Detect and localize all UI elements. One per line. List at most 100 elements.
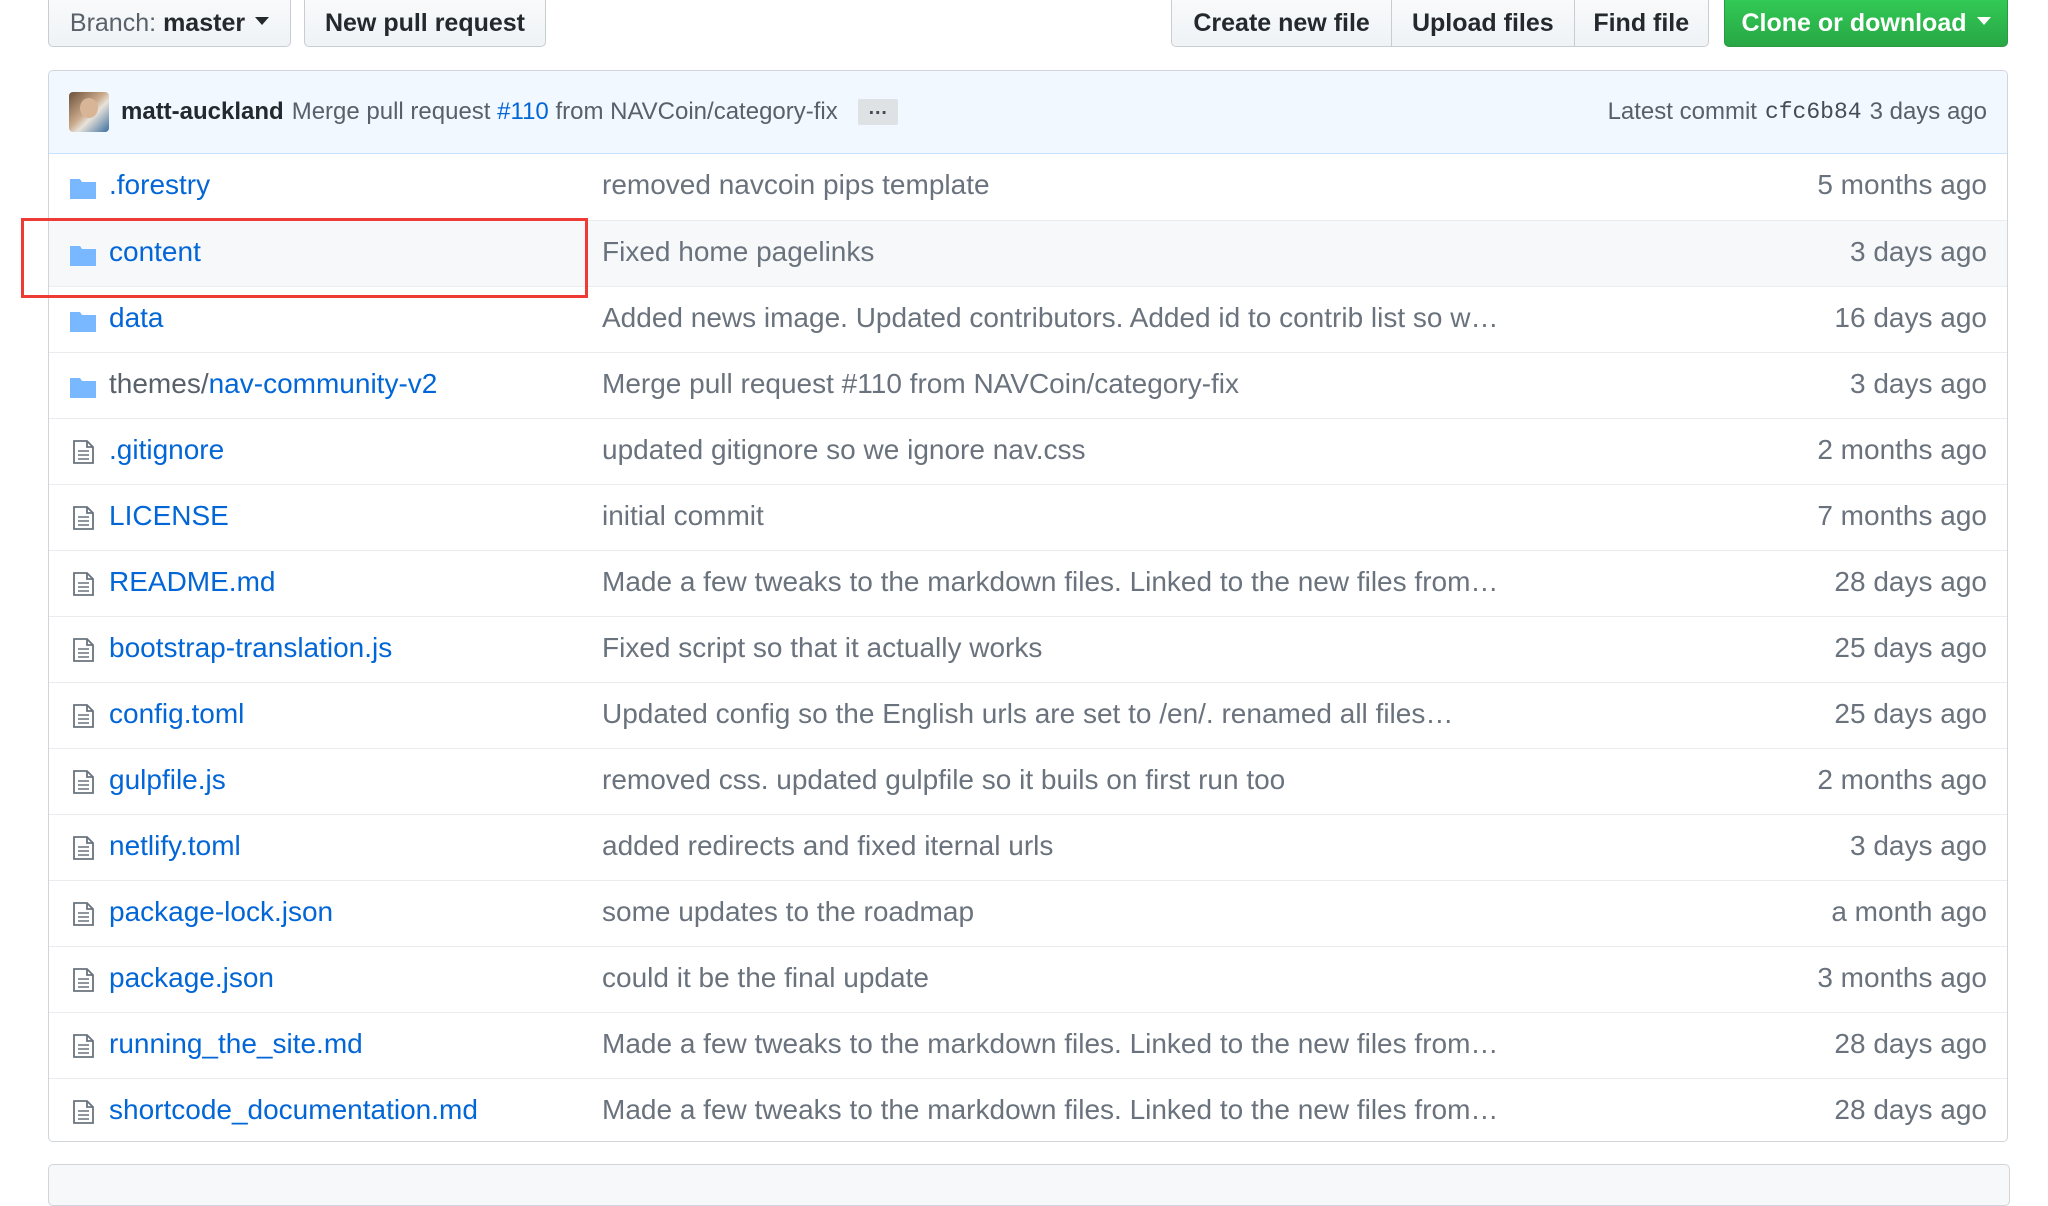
file-name-label: netlify.toml xyxy=(109,830,241,861)
file-commit-message-link[interactable]: Fixed home pagelinks xyxy=(602,236,874,268)
find-file-label: Find file xyxy=(1593,9,1690,37)
file-name-link[interactable]: package-lock.json xyxy=(109,896,333,928)
file-name-link[interactable]: netlify.toml xyxy=(109,830,241,862)
upload-files-button[interactable]: Upload files xyxy=(1391,0,1574,46)
file-icon xyxy=(69,638,97,662)
commit-sha-link[interactable]: cfc6b84 xyxy=(1765,99,1862,125)
file-actions-group: Create new file Upload files Find file xyxy=(1171,0,1709,47)
commit-message[interactable]: Merge pull request #110 from NAVCoin/cat… xyxy=(292,98,838,126)
file-name-label: .gitignore xyxy=(109,434,225,465)
file-commit-message-link[interactable]: Merge pull request #110 from NAVCoin/cat… xyxy=(602,368,1239,400)
create-new-file-button[interactable]: Create new file xyxy=(1172,0,1392,46)
file-commit-message-link[interactable]: initial commit xyxy=(602,500,764,532)
file-name-link[interactable]: package.json xyxy=(109,962,274,994)
file-name-label: package.json xyxy=(109,962,275,993)
file-name-link[interactable]: themes/nav-community-v2 xyxy=(109,368,437,400)
branch-select-button[interactable]: Branch: master xyxy=(48,0,291,47)
file-name-link[interactable]: bootstrap-translation.js xyxy=(109,632,392,664)
file-commit-message-link[interactable]: removed navcoin pips template xyxy=(602,169,990,201)
highlight-annotation-box xyxy=(21,218,588,298)
new-pull-request-label: New pull request xyxy=(324,9,526,37)
find-file-button[interactable]: Find file xyxy=(1573,0,1708,46)
file-name-link[interactable]: .forestry xyxy=(109,169,210,201)
file-name-link[interactable]: README.md xyxy=(109,566,275,598)
create-new-file-label: Create new file xyxy=(1193,9,1370,37)
file-row: gulpfile.js removed css. updated gulpfile… xyxy=(49,748,2007,814)
file-commit-age: 16 days ago xyxy=(1834,302,1987,333)
file-commit-age: a month ago xyxy=(1831,896,1987,927)
file-row: config.toml Updated config so the English… xyxy=(49,682,2007,748)
file-rows: .forestry removed navcoin pips template 5 … xyxy=(49,154,2007,1141)
file-name-label: shortcode_documentation.md xyxy=(109,1094,478,1125)
file-commit-message-link[interactable]: Made a few tweaks to the markdown files.… xyxy=(602,566,1498,598)
file-name-link[interactable]: running_the_site.md xyxy=(109,1028,363,1060)
file-commit-message-link[interactable]: removed css. updated gulpfile so it buil… xyxy=(602,764,1285,796)
folder-icon xyxy=(69,308,97,332)
file-row: shortcode_documentation.md Made a few twe… xyxy=(49,1078,2007,1141)
expand-commit-message-button[interactable]: … xyxy=(857,98,898,125)
file-commit-message-link[interactable]: some updates to the roadmap xyxy=(602,896,974,928)
file-commit-age: 7 months ago xyxy=(1817,500,1987,531)
file-row: .forestry removed navcoin pips template 5 … xyxy=(49,154,2007,220)
file-commit-message-link[interactable]: updated gitignore so we ignore nav.css xyxy=(602,434,1086,466)
file-row: package-lock.json some updates to the roa… xyxy=(49,880,2007,946)
file-row: themes/nav-community-v2 Merge pull reques… xyxy=(49,352,2007,418)
chevron-down-icon xyxy=(1976,16,1991,25)
file-commit-age: 28 days ago xyxy=(1834,1028,1987,1059)
file-commit-age: 2 months ago xyxy=(1817,434,1987,465)
file-row: running_the_site.md Made a few tweaks to … xyxy=(49,1012,2007,1078)
file-name-label: data xyxy=(109,302,164,333)
clone-or-download-button[interactable]: Clone or download xyxy=(1724,0,2008,47)
file-name-link[interactable]: data xyxy=(109,302,164,334)
file-row: bootstrap-translation.js Fixed script so … xyxy=(49,616,2007,682)
file-name-link[interactable]: config.toml xyxy=(109,698,244,730)
file-name-link[interactable]: LICENSE xyxy=(109,500,229,532)
pull-request-link[interactable]: #110 xyxy=(497,98,549,125)
file-path-prefix: themes/ xyxy=(109,368,209,399)
file-commit-message-link[interactable]: added redirects and fixed iternal urls xyxy=(602,830,1053,862)
file-row: LICENSE initial commit 7 months ago xyxy=(49,484,2007,550)
file-name-link[interactable]: .gitignore xyxy=(109,434,224,466)
commit-author-link[interactable]: matt-auckland xyxy=(121,98,284,126)
file-name-link[interactable]: gulpfile.js xyxy=(109,764,226,796)
file-icon xyxy=(69,770,97,794)
file-commit-message-link[interactable]: Updated config so the English urls are s… xyxy=(602,698,1453,730)
file-commit-age: 3 days ago xyxy=(1850,830,1987,861)
file-commit-message-link[interactable]: Fixed script so that it actually works xyxy=(602,632,1042,664)
file-row: package.json could it be the final update… xyxy=(49,946,2007,1012)
new-pull-request-button[interactable]: New pull request xyxy=(304,0,546,47)
file-name-label: README.md xyxy=(109,566,276,597)
file-icon xyxy=(69,836,97,860)
file-commit-age: 28 days ago xyxy=(1834,566,1987,597)
file-icon xyxy=(69,704,97,728)
file-commit-age: 25 days ago xyxy=(1834,698,1987,729)
avatar[interactable] xyxy=(69,92,109,132)
file-commit-age: 2 months ago xyxy=(1817,764,1987,795)
file-row: .gitignore updated gitignore so we ignore… xyxy=(49,418,2007,484)
folder-icon xyxy=(69,374,97,398)
file-icon xyxy=(69,572,97,596)
file-icon xyxy=(69,902,97,926)
file-commit-message-link[interactable]: could it be the final update xyxy=(602,962,929,994)
latest-commit-label: Latest commit xyxy=(1607,98,1757,125)
file-commit-age: 5 months ago xyxy=(1817,169,1987,200)
file-commit-age: 3 days ago xyxy=(1850,236,1987,267)
file-name-label: config.toml xyxy=(109,698,245,729)
file-row: netlify.toml added redirects and fixed it… xyxy=(49,814,2007,880)
file-commit-message-link[interactable]: Made a few tweaks to the markdown files.… xyxy=(602,1094,1498,1126)
file-name-label: nav-community-v2 xyxy=(208,368,438,399)
file-icon xyxy=(69,506,97,530)
commit-age: 3 days ago xyxy=(1869,98,1987,125)
file-commit-age: 28 days ago xyxy=(1834,1094,1987,1125)
latest-commit-bar: matt-auckland Merge pull request #110 fr… xyxy=(49,71,2007,154)
file-name-label: .forestry xyxy=(109,169,211,200)
folder-icon xyxy=(69,175,97,199)
chevron-down-icon xyxy=(255,16,270,25)
file-commit-message-link[interactable]: Made a few tweaks to the markdown files.… xyxy=(602,1028,1498,1060)
file-icon xyxy=(69,1034,97,1058)
file-commit-message-link[interactable]: Added news image. Updated contributors. … xyxy=(602,302,1499,334)
file-icon xyxy=(69,1100,97,1124)
file-name-link[interactable]: shortcode_documentation.md xyxy=(109,1094,478,1126)
file-name-label: LICENSE xyxy=(109,500,229,531)
file-icon xyxy=(69,968,97,992)
